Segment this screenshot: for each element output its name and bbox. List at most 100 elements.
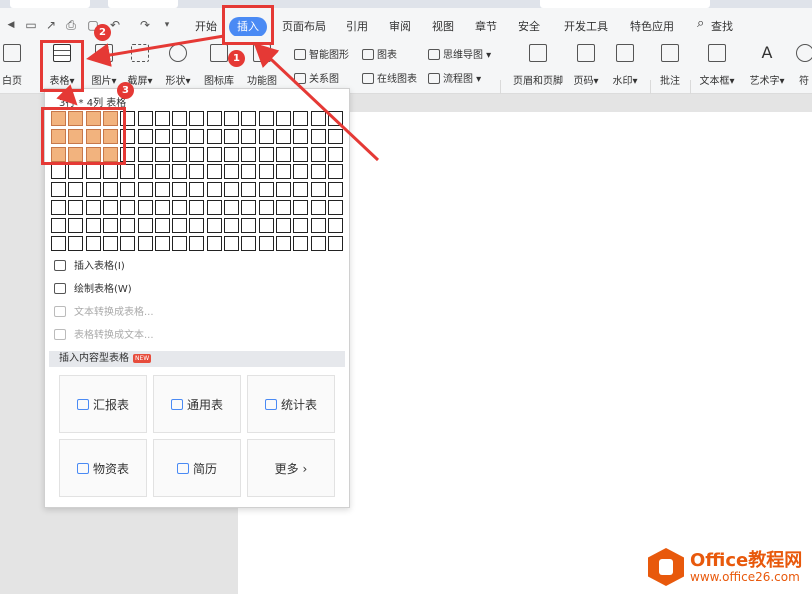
grid-cell[interactable] (172, 182, 188, 198)
insert-table-item[interactable]: 插入表格(I) (51, 258, 341, 276)
grid-cell[interactable] (310, 164, 326, 180)
grid-cell[interactable] (172, 128, 188, 144)
grid-cell[interactable] (137, 128, 153, 144)
header-footer-button[interactable]: 页眉和页脚 (510, 44, 566, 92)
grid-cell[interactable] (327, 146, 343, 162)
template-more-card[interactable]: 更多 › (247, 439, 335, 497)
grid-cell[interactable] (293, 128, 309, 144)
shape-button[interactable]: 形状▾ (162, 44, 194, 92)
grid-cell[interactable] (85, 200, 101, 215)
grid-cell[interactable] (241, 111, 257, 126)
grid-cell[interactable] (224, 217, 239, 233)
tab-start[interactable]: 开始 (195, 20, 217, 34)
template-stats-card[interactable]: 统计表 (247, 375, 335, 433)
grid-cell[interactable] (327, 235, 343, 251)
grid-cell[interactable] (224, 128, 239, 144)
grid-cell[interactable] (206, 128, 222, 144)
grid-cell[interactable] (189, 235, 205, 251)
grid-cell[interactable] (85, 217, 101, 233)
grid-cell[interactable] (68, 164, 84, 180)
grid-cell[interactable] (224, 111, 239, 126)
grid-cell[interactable] (206, 182, 222, 198)
grid-cell[interactable] (85, 182, 101, 198)
grid-cell[interactable] (293, 235, 309, 251)
grid-cell[interactable] (189, 182, 205, 198)
grid-cell[interactable] (172, 111, 188, 126)
grid-cell[interactable] (293, 111, 309, 126)
grid-cell[interactable] (275, 200, 291, 215)
grid-cell[interactable] (154, 164, 170, 180)
grid-cell[interactable] (310, 111, 326, 126)
flowchart-button[interactable]: 流程图 ▾ (428, 70, 481, 85)
save-icon[interactable]: ▭ (24, 18, 38, 32)
tab-references[interactable]: 引用 (346, 20, 368, 34)
grid-cell[interactable] (189, 164, 205, 180)
grid-cell[interactable] (241, 128, 257, 144)
grid-cell[interactable] (137, 146, 153, 162)
grid-cell[interactable] (120, 164, 136, 180)
grid-cell[interactable] (172, 164, 188, 180)
quick-access-dropdown-icon[interactable]: ▾ (160, 18, 174, 32)
grid-cell[interactable] (224, 235, 239, 251)
relation-chart-button[interactable]: 关系图 (294, 70, 339, 85)
grid-cell[interactable] (68, 235, 84, 251)
grid-cell[interactable] (258, 217, 274, 233)
grid-cell[interactable] (258, 235, 274, 251)
grid-cell[interactable] (258, 111, 274, 126)
grid-cell[interactable] (224, 164, 239, 180)
search-icon[interactable]: ⌕ (697, 17, 704, 31)
menu-chevron-icon[interactable]: ◀ (4, 18, 18, 32)
grid-cell[interactable] (206, 111, 222, 126)
tab-security[interactable]: 安全 (518, 20, 540, 34)
grid-cell[interactable] (102, 164, 118, 180)
grid-cell[interactable] (327, 182, 343, 198)
grid-cell[interactable] (241, 146, 257, 162)
picture-button[interactable]: 图片▾ (88, 44, 120, 92)
grid-cell[interactable] (327, 128, 343, 144)
grid-cell[interactable] (275, 182, 291, 198)
grid-cell[interactable] (189, 128, 205, 144)
grid-cell[interactable] (206, 164, 222, 180)
grid-cell[interactable] (102, 217, 118, 233)
page-number-button[interactable]: 页码▾ (570, 44, 602, 92)
grid-cell[interactable] (51, 182, 66, 198)
grid-cell[interactable] (154, 146, 170, 162)
grid-cell[interactable] (120, 217, 136, 233)
tab-layout[interactable]: 页面布局 (282, 20, 326, 34)
grid-cell[interactable] (189, 111, 205, 126)
grid-cell[interactable] (172, 146, 188, 162)
grid-cell[interactable] (189, 200, 205, 215)
grid-cell[interactable] (275, 146, 291, 162)
grid-cell[interactable] (275, 111, 291, 126)
grid-cell[interactable] (258, 146, 274, 162)
grid-cell[interactable] (154, 111, 170, 126)
grid-cell[interactable] (172, 200, 188, 215)
grid-cell[interactable] (172, 235, 188, 251)
grid-cell[interactable] (327, 217, 343, 233)
tab-developer[interactable]: 开发工具 (564, 20, 608, 34)
grid-cell[interactable] (137, 200, 153, 215)
grid-cell[interactable] (293, 164, 309, 180)
grid-cell[interactable] (310, 182, 326, 198)
grid-cell[interactable] (310, 128, 326, 144)
grid-cell[interactable] (172, 217, 188, 233)
grid-cell[interactable] (293, 146, 309, 162)
grid-cell[interactable] (293, 182, 309, 198)
export-icon[interactable]: ↗ (44, 18, 58, 32)
chart-button[interactable]: 图表 (362, 46, 397, 61)
grid-cell[interactable] (189, 146, 205, 162)
textbox-button[interactable]: 文本框▾ (696, 44, 738, 92)
grid-cell[interactable] (120, 235, 136, 251)
grid-cell[interactable] (85, 235, 101, 251)
grid-cell[interactable] (241, 182, 257, 198)
grid-cell[interactable] (51, 217, 66, 233)
grid-cell[interactable] (68, 217, 84, 233)
grid-cell[interactable] (137, 111, 153, 126)
tab-features[interactable]: 特色应用 (630, 20, 674, 34)
grid-cell[interactable] (154, 182, 170, 198)
grid-cell[interactable] (120, 200, 136, 215)
grid-cell[interactable] (120, 182, 136, 198)
grid-cell[interactable] (327, 164, 343, 180)
grid-cell[interactable] (241, 217, 257, 233)
grid-cell[interactable] (102, 200, 118, 215)
